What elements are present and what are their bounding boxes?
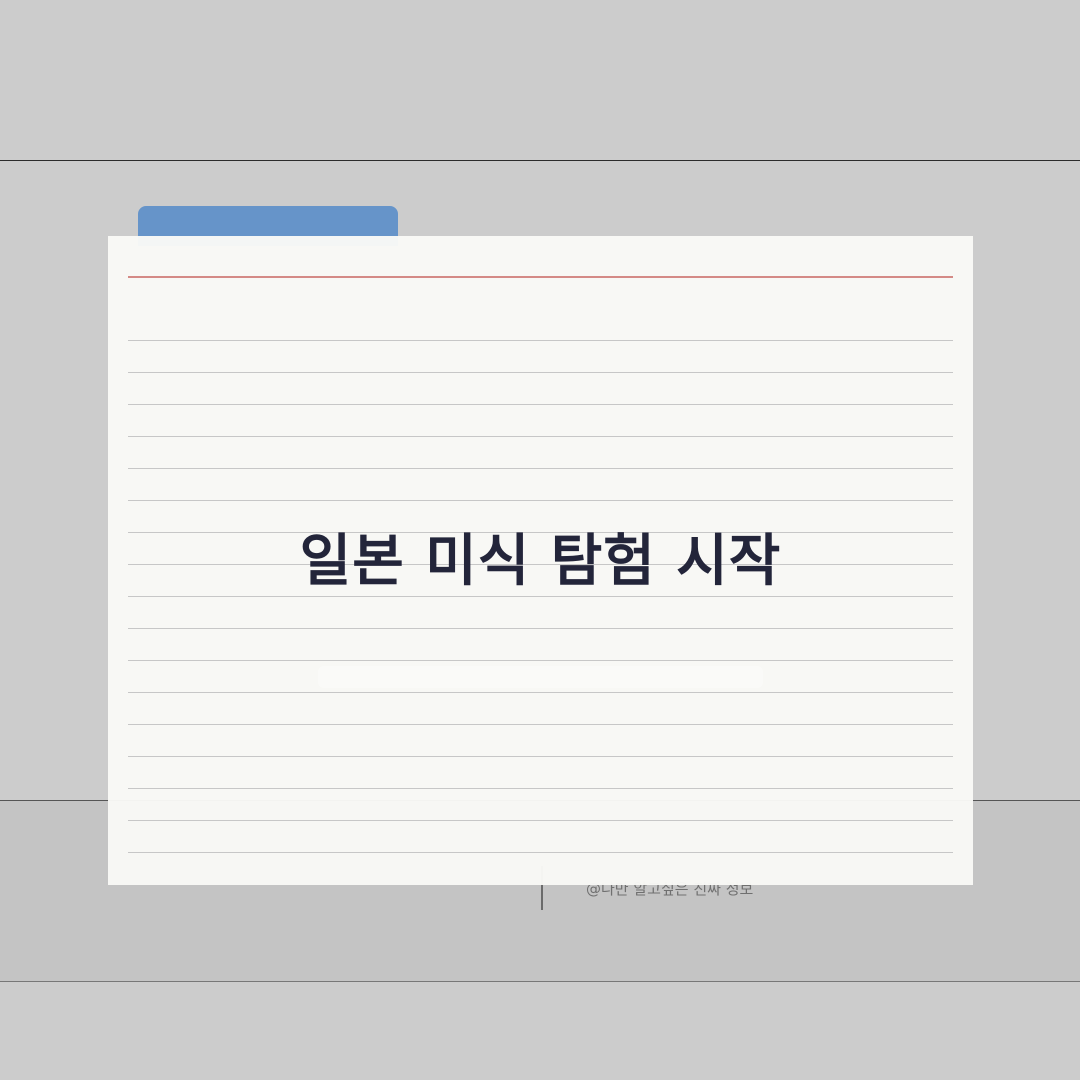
card-title: 일본 미식 탐험 시작 [299,529,782,594]
note-card: 일본 미식 탐험 시작 [108,236,973,885]
subtitle-placeholder [318,666,763,688]
top-divider-line [0,160,1080,161]
margin-rule [128,276,953,278]
ruled-lines [128,340,953,860]
footer-bottom-line [0,981,1080,982]
